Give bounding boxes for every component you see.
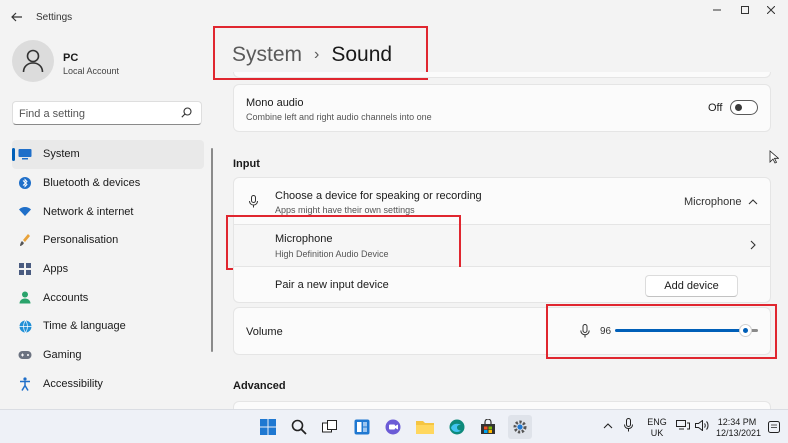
monitor-icon xyxy=(18,147,32,161)
accessibility-icon xyxy=(18,376,32,391)
sidebar-item-label: Apps xyxy=(43,263,69,276)
title-bar: Settings xyxy=(0,0,788,34)
sidebar-item-network[interactable]: Network & internet xyxy=(12,197,204,226)
add-device-button[interactable]: Add device xyxy=(645,275,738,297)
clock[interactable]: 12:34 PM 12/13/2021 xyxy=(716,417,762,439)
chevron-up-tray-icon[interactable] xyxy=(603,420,613,432)
globe-icon xyxy=(18,319,32,333)
person-avatar-icon xyxy=(22,49,44,73)
chevron-up-icon[interactable] xyxy=(748,196,758,208)
search-icon[interactable] xyxy=(181,107,193,119)
clock-date: 12/13/2021 xyxy=(716,428,762,438)
sidebar-item-label: Time & language xyxy=(43,320,126,333)
volume-slider-thumb[interactable] xyxy=(739,324,752,337)
tray-microphone-icon[interactable] xyxy=(624,418,633,435)
sidebar-item-accessibility[interactable]: Accessibility xyxy=(12,370,204,399)
selected-input-device: Microphone xyxy=(684,196,742,208)
breadcrumb: System › Sound xyxy=(232,40,392,70)
sidebar-item-accounts[interactable]: Accounts xyxy=(12,283,204,312)
volume-label: Volume xyxy=(246,326,283,338)
minimize-icon xyxy=(713,9,721,11)
task-view-icon[interactable] xyxy=(320,417,340,437)
search-box[interactable] xyxy=(12,101,202,125)
sidebar-item-system[interactable]: System xyxy=(12,140,204,169)
sidebar-nav: System Bluetooth & devices Network & int… xyxy=(12,140,204,398)
breadcrumb-separator: › xyxy=(314,46,320,63)
start-icon[interactable] xyxy=(258,417,278,437)
sidebar-item-label: Network & internet xyxy=(43,205,134,218)
gamepad-icon xyxy=(18,348,32,362)
language-line-2: UK xyxy=(650,428,664,438)
sidebar-item-gaming[interactable]: Gaming xyxy=(12,341,204,370)
chat-icon[interactable] xyxy=(383,417,403,437)
sidebar-item-time-language[interactable]: Time & language xyxy=(12,312,204,341)
notification-icon[interactable] xyxy=(768,421,780,436)
breadcrumb-parent[interactable]: System xyxy=(232,43,302,67)
previous-card-edge xyxy=(233,72,771,78)
mouse-cursor-icon xyxy=(769,150,780,167)
sidebar-item-personalisation[interactable]: Personalisation xyxy=(12,226,204,255)
toggle-knob xyxy=(735,104,742,111)
file-explorer-icon[interactable] xyxy=(415,417,435,437)
advanced-section-label: Advanced xyxy=(233,380,286,392)
mono-audio-title: Mono audio xyxy=(246,97,304,109)
mono-audio-card: Mono audio Combine left and right audio … xyxy=(233,84,771,132)
microphone-icon xyxy=(249,195,258,211)
apps-icon xyxy=(18,262,32,276)
input-section-label: Input xyxy=(233,158,260,170)
sidebar-item-label: Accessibility xyxy=(43,377,103,390)
volume-value: 96 xyxy=(600,326,612,337)
volume-microphone-icon[interactable] xyxy=(580,324,590,341)
clock-time: 12:34 PM xyxy=(717,417,757,427)
widgets-icon[interactable] xyxy=(352,417,372,437)
volume-slider-fill[interactable] xyxy=(615,329,746,332)
minimize-button[interactable] xyxy=(706,4,728,16)
choose-device-title: Choose a device for speaking or recordin… xyxy=(275,190,482,202)
person-icon xyxy=(18,290,32,304)
wifi-icon xyxy=(18,204,32,218)
sidebar-item-label: Bluetooth & devices xyxy=(43,177,141,190)
profile-name: PC xyxy=(63,52,79,64)
maximize-button[interactable] xyxy=(734,4,756,16)
network-icon[interactable] xyxy=(676,420,690,433)
sidebar-item-label: System xyxy=(43,148,80,161)
avatar xyxy=(12,40,54,82)
back-arrow-icon xyxy=(11,12,22,22)
page-title: Sound xyxy=(331,43,393,66)
mono-audio-toggle[interactable] xyxy=(730,100,758,115)
microphone-row[interactable]: Microphone High Definition Audio Device xyxy=(233,225,771,267)
maximize-icon xyxy=(741,6,749,14)
sidebar-item-bluetooth[interactable]: Bluetooth & devices xyxy=(12,169,204,198)
choose-input-device-row[interactable]: Choose a device for speaking or recordin… xyxy=(233,177,771,225)
user-profile[interactable]: PC Local Account xyxy=(12,40,212,86)
mono-audio-subtitle: Combine left and right audio channels in… xyxy=(246,112,432,122)
sidebar-item-apps[interactable]: Apps xyxy=(12,255,204,284)
sidebar-item-label: Personalisation xyxy=(43,234,119,247)
close-button[interactable] xyxy=(760,4,782,16)
chevron-right-icon xyxy=(750,240,757,253)
store-icon[interactable] xyxy=(478,417,498,437)
mono-audio-state: Off xyxy=(708,102,723,114)
taskbar: ENG UK 12:34 PM 12/13/2021 xyxy=(0,409,788,443)
profile-account-type: Local Account xyxy=(63,66,120,76)
app-title: Settings xyxy=(36,12,73,23)
choose-device-subtitle: Apps might have their own settings xyxy=(275,205,415,215)
language-indicator[interactable]: ENG UK xyxy=(646,417,668,439)
close-icon xyxy=(767,6,775,14)
sidebar-scrollbar[interactable] xyxy=(211,148,213,352)
back-button[interactable] xyxy=(8,8,26,26)
settings-icon[interactable] xyxy=(508,415,532,439)
search-input[interactable] xyxy=(19,106,179,122)
language-line-1: ENG xyxy=(647,417,667,427)
brush-icon xyxy=(18,233,32,247)
microphone-title: Microphone xyxy=(275,233,333,245)
sidebar-item-label: Accounts xyxy=(43,291,89,304)
speaker-icon[interactable] xyxy=(695,419,709,434)
bluetooth-icon xyxy=(18,176,32,190)
search-icon[interactable] xyxy=(289,417,309,437)
pair-device-title: Pair a new input device xyxy=(275,279,389,291)
edge-icon[interactable] xyxy=(447,417,467,437)
sidebar-item-label: Gaming xyxy=(43,349,82,362)
microphone-subtitle: High Definition Audio Device xyxy=(275,249,389,259)
